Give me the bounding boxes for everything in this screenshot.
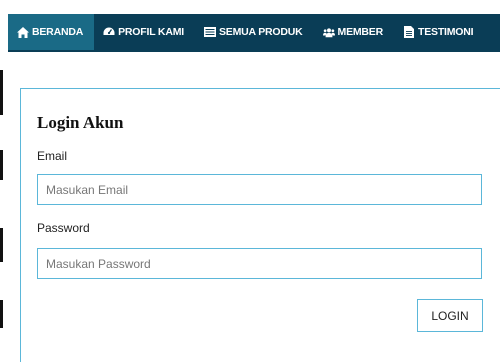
- nav-item-semua-produk[interactable]: SEMUA PRODUK: [195, 14, 314, 50]
- nav-item-label: BERANDA: [32, 26, 84, 38]
- password-label: Password: [37, 221, 90, 235]
- home-icon: [17, 26, 29, 38]
- window-edge-mark: [0, 228, 3, 262]
- email-field[interactable]: [37, 174, 482, 205]
- page: BERANDA PROFIL KAMI SEMUA PRODUK MEMBER …: [0, 0, 500, 362]
- nav-item-beranda[interactable]: BERANDA: [8, 14, 95, 50]
- login-title: Login Akun: [37, 113, 124, 132]
- window-edge-mark: [0, 300, 3, 328]
- nav-item-label: SEMUA PRODUK: [218, 26, 303, 38]
- nav-item-member[interactable]: MEMBER: [314, 14, 394, 50]
- window-edge-mark: [0, 150, 3, 180]
- list-icon: [203, 26, 216, 38]
- login-button[interactable]: LOGIN: [417, 299, 483, 332]
- email-label: Email: [37, 149, 68, 163]
- dashboard-icon: [103, 26, 115, 38]
- nav-item-label: MEMBER: [337, 26, 384, 38]
- nav-item-label: TESTIMONI: [418, 26, 474, 38]
- nav-item-testimoni[interactable]: TESTIMONI: [394, 14, 484, 50]
- login-panel: Login Akun Email Password LOGIN: [20, 88, 500, 362]
- password-field[interactable]: [37, 248, 482, 279]
- users-icon: [322, 26, 335, 38]
- window-edge-mark: [0, 70, 3, 115]
- nav-item-profil-kami[interactable]: PROFIL KAMI: [94, 14, 195, 50]
- top-navigation: BERANDA PROFIL KAMI SEMUA PRODUK MEMBER …: [8, 14, 500, 52]
- nav-item-label: PROFIL KAMI: [118, 26, 184, 38]
- document-icon: [403, 26, 415, 38]
